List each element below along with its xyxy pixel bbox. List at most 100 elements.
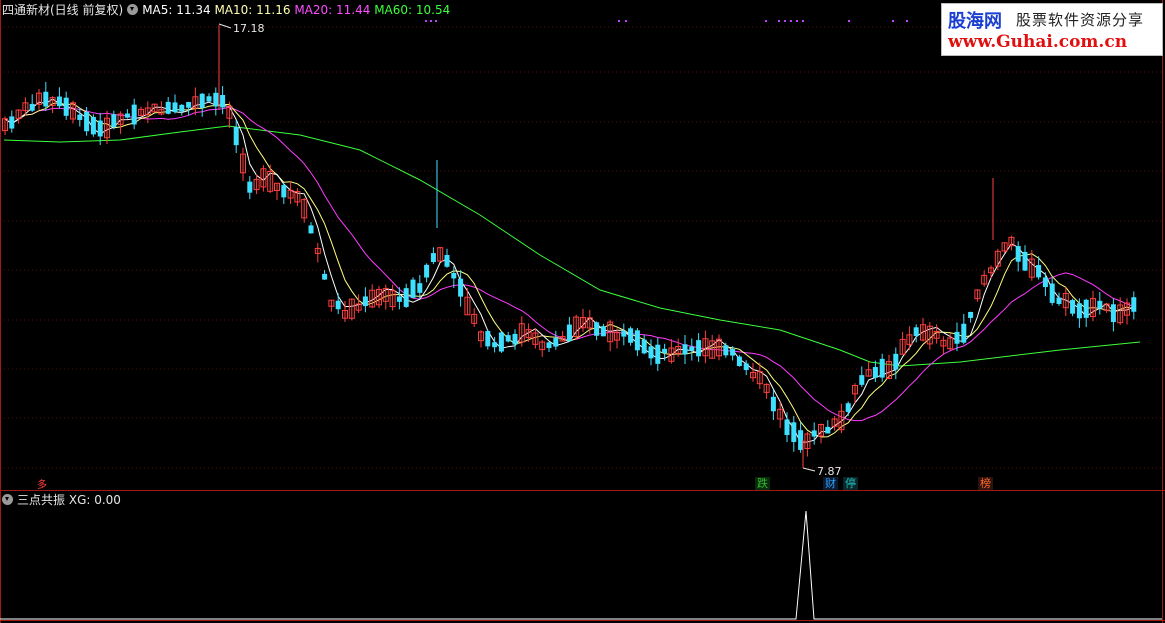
candle-down	[1036, 265, 1042, 278]
candle-down	[770, 396, 776, 412]
candle-down	[811, 430, 817, 437]
candle-down	[791, 422, 797, 442]
ma60-line	[3, 125, 1141, 367]
candle-down	[206, 96, 212, 102]
candle-down	[77, 114, 83, 121]
signal-dot	[848, 20, 850, 22]
xg-signal-line	[0, 510, 1162, 620]
candle-down	[458, 278, 464, 297]
indicator-dropdown-icon[interactable]	[2, 494, 13, 505]
signal-dot	[425, 20, 427, 22]
candle-down	[308, 225, 314, 234]
ma5-line	[4, 98, 1135, 443]
candle-down	[63, 97, 69, 116]
candle-down	[566, 324, 572, 342]
candle-down	[220, 95, 226, 108]
event-tag-halt[interactable]: 停	[843, 477, 858, 490]
candle-down	[634, 330, 640, 351]
candle-down	[682, 344, 688, 355]
watermark-slogan: 股票软件资源分享	[1016, 11, 1145, 29]
candle-down	[131, 104, 137, 125]
candle-down	[97, 120, 103, 137]
candle-down	[498, 332, 504, 352]
candle-down	[505, 335, 511, 342]
high-price-label: 17.18	[233, 22, 265, 35]
event-tag-finance[interactable]: 财	[823, 477, 838, 490]
candle-down	[281, 185, 287, 198]
event-tag-board[interactable]: 榜	[978, 477, 993, 490]
candle-down	[961, 323, 967, 343]
candle-down	[1076, 303, 1082, 319]
candle-down	[600, 326, 606, 337]
candle-down	[322, 273, 328, 280]
signal-dot	[625, 20, 627, 22]
candle-down	[1131, 297, 1137, 312]
candle-down	[430, 253, 436, 263]
ma60-path	[3, 125, 1141, 367]
indicator-spike	[0, 510, 1162, 620]
candle-down	[546, 342, 552, 349]
candle-down	[696, 340, 702, 357]
ma60-label: MA60: 10.54	[374, 3, 451, 17]
ma5-path	[4, 98, 1135, 443]
signal-dot	[790, 20, 792, 22]
watermark-logo: 股海网 股票软件资源分享 www.Guhai.com.cn	[941, 3, 1163, 56]
signal-dot	[784, 20, 786, 22]
candle-down	[29, 103, 35, 111]
candle-down	[111, 114, 117, 128]
candle-down	[893, 353, 899, 370]
candle-down	[444, 254, 450, 267]
ma5-label: MA5: 11.34	[142, 3, 211, 17]
candle-down	[84, 111, 90, 132]
event-tag-drop[interactable]: 跌	[755, 477, 770, 490]
candle-down	[179, 104, 185, 112]
candle-down	[784, 419, 790, 436]
candle-down	[124, 113, 130, 118]
signal-dot	[435, 20, 437, 22]
candle-down	[968, 311, 974, 318]
candle-down	[172, 102, 178, 113]
candle-down	[492, 342, 498, 348]
signal-dot	[778, 20, 780, 22]
settings-dropdown-icon[interactable]	[127, 4, 139, 15]
price-annotations: 17.18 7.87 多	[37, 22, 842, 491]
candle-down	[485, 331, 491, 347]
candle-down	[872, 367, 878, 378]
candle-down	[165, 101, 171, 114]
candle-down	[512, 333, 518, 345]
signal-dot	[802, 20, 804, 22]
candle-down	[1015, 246, 1021, 262]
candle-down	[825, 426, 831, 434]
signal-dot	[892, 20, 894, 22]
watermark-url: www.Guhai.com.cn	[948, 32, 1128, 52]
ma20-label: MA20: 11.44	[294, 3, 371, 17]
signal-dot	[765, 20, 767, 22]
indicator-value: XG: 0.00	[68, 493, 121, 507]
candle-down	[641, 339, 647, 354]
signal-dot	[430, 20, 432, 22]
candle-down	[56, 96, 62, 107]
candle-down	[410, 279, 416, 298]
candle-down	[879, 358, 885, 378]
main-chart-header: 四通新材(日线 前复权) MA5: 11.34 MA10: 11.16 MA20:…	[2, 3, 450, 17]
candle-down	[233, 126, 239, 146]
signal-dot	[796, 20, 798, 22]
kline-chart[interactable]: 17.18 7.87 多	[0, 0, 1165, 623]
candle-down	[723, 345, 729, 356]
candle-down	[213, 92, 219, 107]
candle-down	[730, 348, 736, 356]
ma20-path	[4, 106, 1134, 422]
candle-down	[1049, 283, 1055, 303]
candle-down	[553, 338, 559, 347]
candle-down	[1070, 300, 1076, 314]
candle-down	[424, 264, 430, 278]
candle-down	[594, 322, 600, 336]
price-grid	[0, 26, 1162, 469]
candle-down	[1042, 277, 1048, 288]
candle-down	[621, 331, 627, 337]
candle-down	[247, 181, 253, 193]
candle-down	[403, 288, 409, 307]
candle-down	[648, 346, 654, 359]
chart-title: 四通新材(日线 前复权)	[2, 3, 124, 17]
candle-down	[199, 93, 205, 108]
